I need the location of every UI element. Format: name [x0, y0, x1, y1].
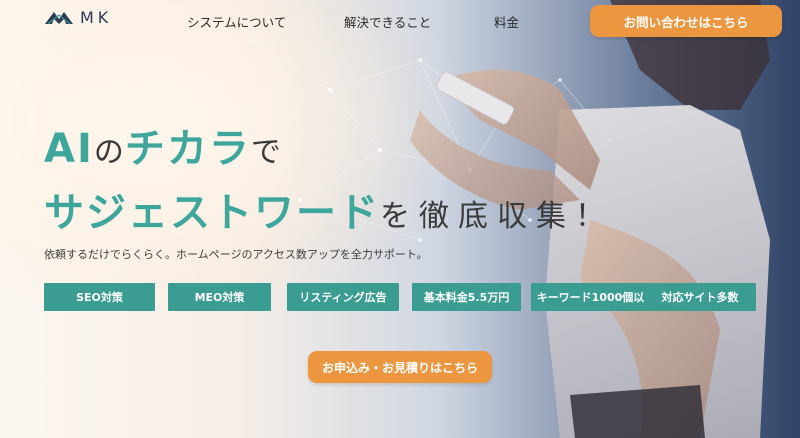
tag-price: 基本料金5.5万円	[412, 283, 521, 311]
headline-no: の	[93, 135, 125, 170]
nav-item-system[interactable]: システムについて	[187, 12, 286, 31]
logo[interactable]: MK	[44, 8, 112, 27]
headline-line-2: サジェストワードを徹底収集！	[44, 180, 614, 238]
contact-button[interactable]: お問い合わせはこちら	[590, 5, 782, 37]
nav-item-solutions[interactable]: 解決できること	[344, 12, 431, 31]
hero-subcopy: 依頼するだけでらくらく。ホームページのアクセス数アップを全力サポート。	[44, 248, 428, 261]
tag-keywords: キーワード1000個以上	[531, 283, 661, 311]
feature-tags: SEO対策 MEO対策 リスティング広告 基本料金5.5万円 キーワード1000…	[44, 283, 756, 311]
headline-line-1: AIのチカラで	[44, 116, 282, 174]
headline-suggest-word: サジェストワード	[44, 190, 380, 236]
headline-ai: AI	[44, 126, 94, 172]
logo-mark-icon	[45, 11, 73, 24]
tag-seo: SEO対策	[44, 283, 155, 311]
headline-collect: を徹底収集！	[380, 199, 614, 234]
nav-item-pricing[interactable]: 料金	[494, 12, 519, 31]
headline-chikara: チカラ	[124, 126, 251, 172]
tag-listing: リスティング広告	[287, 283, 399, 311]
tag-meo: MEO対策	[168, 283, 271, 311]
apply-estimate-button[interactable]: お申込み・お見積りはこちら	[308, 351, 492, 383]
headline-de: で	[250, 135, 282, 170]
tag-sites: 対応サイト多数	[644, 283, 756, 311]
logo-text: MK	[80, 8, 113, 27]
top-navigation: MK システムについて 解決できること 料金 お問い合わせはこちら	[0, 0, 800, 44]
